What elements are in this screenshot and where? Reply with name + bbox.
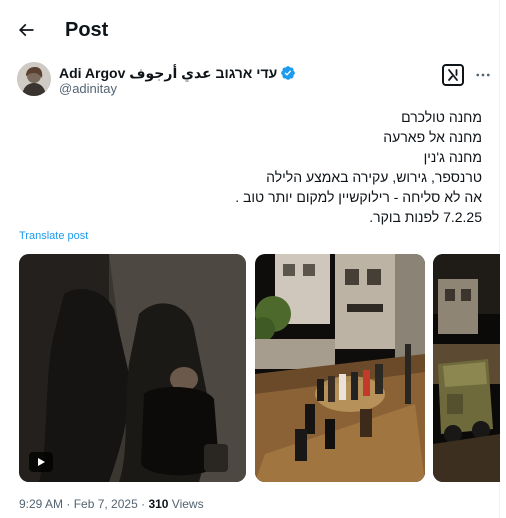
avatar[interactable] [17, 62, 51, 96]
author-name-line: עדי ארגוב عدي أرجوف Adi Argov [59, 64, 296, 82]
separator: · [63, 497, 74, 511]
post-meta: 9:29 AM · Feb 7, 2025 · 310 Views [19, 497, 204, 511]
play-button[interactable] [29, 452, 53, 472]
views-count: 310 [148, 497, 169, 511]
media-photo[interactable] [255, 254, 425, 482]
translate-post-link[interactable]: Translate post [19, 230, 88, 242]
verified-badge-icon [280, 65, 296, 81]
views-label: Views [168, 497, 204, 511]
tweet-line: 7.2.25 לפנות בוקר. [369, 209, 482, 225]
author-display-name[interactable]: עדי ארגוב عدي أرجوف Adi Argov [59, 64, 277, 82]
page-title: Post [65, 19, 109, 41]
back-button[interactable] [12, 16, 40, 44]
separator: · [137, 497, 149, 511]
post-detail-page: Post עדי ארגוב عدي أرجوف Adi Argov @adin… [0, 0, 500, 518]
grok-icon [448, 69, 458, 81]
media-photo[interactable] [433, 254, 500, 482]
play-icon [38, 458, 45, 466]
page-header: Post [0, 0, 500, 60]
media-video[interactable] [19, 254, 246, 482]
more-horizontal-icon [476, 73, 490, 77]
tweet-line: אה לא סליחה - רילוקשיין למקום יותר טוב . [235, 189, 482, 205]
tweet-line: טרנספר, גירוש, עקירה באמצע הלילה [266, 169, 482, 185]
tweet-text: מחנה טולכרם מחנה אל פארעה מחנה ג'נין טרנ… [42, 107, 482, 227]
tweet-line: מחנה טולכרם [401, 109, 482, 125]
author-handle[interactable]: @adinitay [59, 81, 117, 97]
tweet-line: מחנה אל פארעה [383, 129, 482, 145]
grok-button[interactable] [442, 64, 464, 86]
post-date[interactable]: Feb 7, 2025 [74, 497, 138, 511]
post-time[interactable]: 9:29 AM [19, 497, 63, 511]
more-options-button[interactable] [472, 64, 494, 86]
arrow-left-icon [18, 23, 34, 37]
tweet-line: מחנה ג'נין [423, 149, 482, 165]
